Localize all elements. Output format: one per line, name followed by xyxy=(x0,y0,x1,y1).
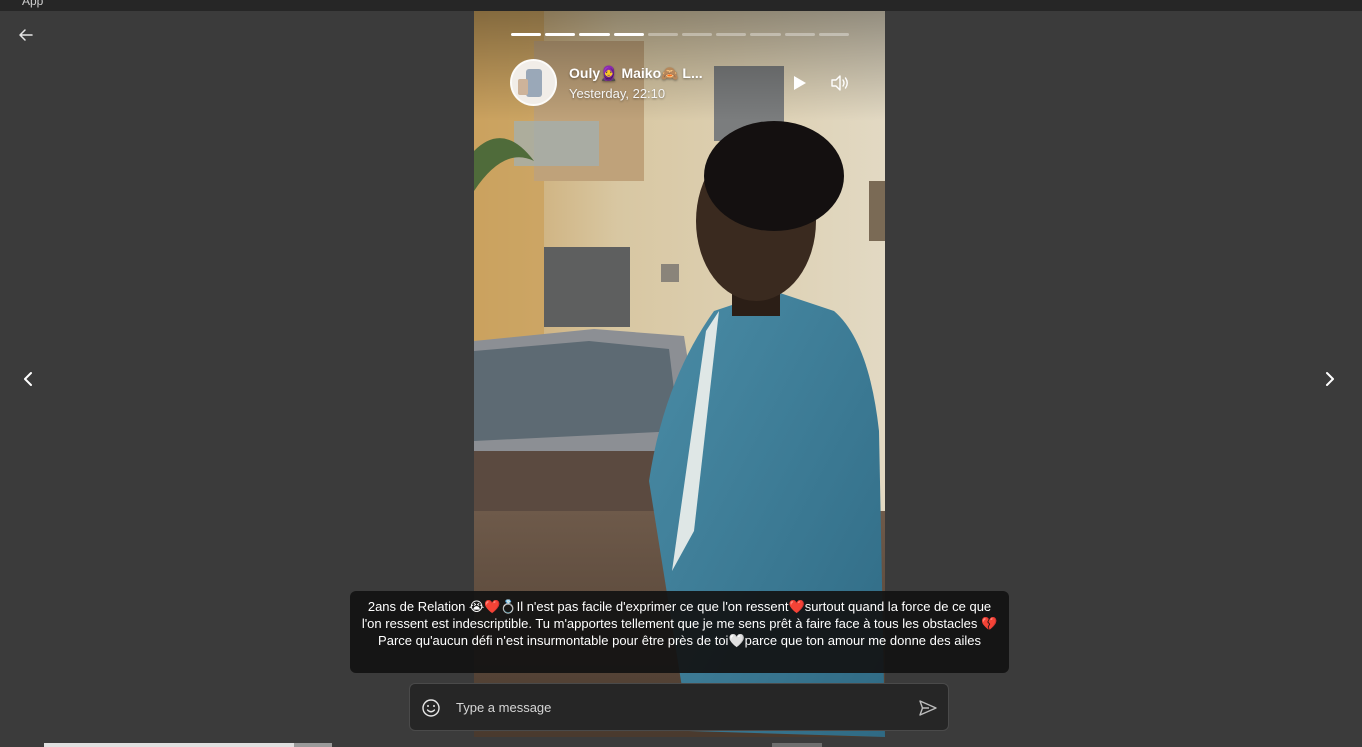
volume-button[interactable] xyxy=(828,71,852,95)
story-progress-segment xyxy=(716,33,747,36)
send-icon xyxy=(919,700,937,716)
story-progress-segment xyxy=(784,33,815,36)
reply-composer xyxy=(409,683,949,731)
volume-icon xyxy=(831,75,848,91)
message-input[interactable] xyxy=(456,694,896,720)
avatar[interactable] xyxy=(510,59,557,106)
back-button[interactable] xyxy=(14,24,38,46)
next-story-button[interactable] xyxy=(1318,366,1342,392)
taskbar-indicator xyxy=(772,743,822,747)
emoji-button[interactable] xyxy=(420,697,442,719)
chevron-left-icon xyxy=(24,372,32,386)
title-bar: App xyxy=(0,0,1362,11)
sender-name[interactable]: Ouly🧕 Maiko🙈 L... xyxy=(569,65,703,82)
play-button[interactable] xyxy=(788,72,810,94)
story-progress-segment xyxy=(750,33,781,36)
story-progress-segment xyxy=(647,33,679,36)
story-progress-segment xyxy=(818,33,850,36)
emoji-icon xyxy=(422,699,440,717)
taskbar-indicator xyxy=(44,743,294,747)
window-title: App xyxy=(22,0,44,8)
story-header: Ouly🧕 Maiko🙈 L... Yesterday, 22:10 xyxy=(510,59,850,109)
story-progress-segment xyxy=(545,33,576,36)
story-progress-segment xyxy=(682,33,713,36)
send-button[interactable] xyxy=(917,697,939,719)
story-progress xyxy=(511,33,850,36)
taskbar-indicator xyxy=(294,743,332,747)
story-caption: 2ans de Relation 😭❤️💍Il n'est pas facile… xyxy=(350,591,1009,673)
avatar-image xyxy=(512,61,555,104)
play-icon xyxy=(794,76,806,90)
caption-text: 2ans de Relation 😭❤️💍Il n'est pas facile… xyxy=(361,599,998,648)
story-timestamp: Yesterday, 22:10 xyxy=(569,86,666,101)
story-progress-segment xyxy=(579,33,610,36)
story-progress-segment xyxy=(613,33,644,36)
previous-story-button[interactable] xyxy=(16,366,40,392)
arrow-left-icon xyxy=(19,29,33,41)
story-progress-segment xyxy=(511,33,542,36)
chevron-right-icon xyxy=(1326,372,1334,386)
